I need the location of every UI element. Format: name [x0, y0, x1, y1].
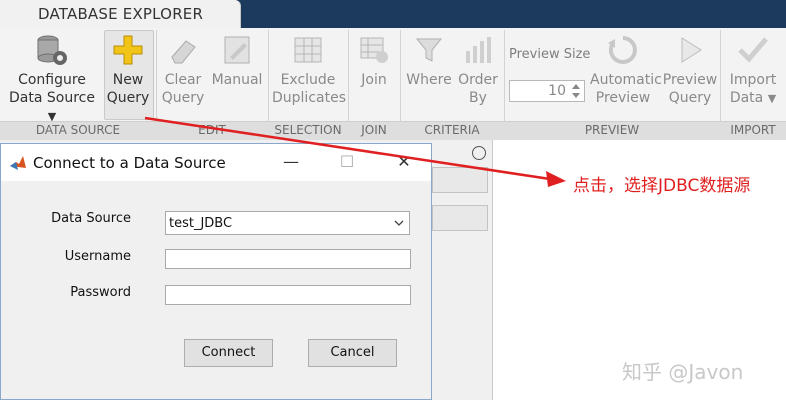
join-label: Join — [361, 72, 387, 88]
new-query-button[interactable]: New Query — [104, 33, 152, 107]
preview-query-label-2: Query — [668, 90, 712, 106]
table-grid-icon — [294, 37, 322, 63]
preview-query-label-1: Preview — [662, 72, 718, 88]
import-data-button[interactable]: Import Data ▼ — [724, 33, 782, 108]
password-input[interactable] — [165, 285, 411, 305]
group-label-selection: SELECTION — [274, 123, 342, 137]
group-label-data-source: DATA SOURCE — [35, 123, 121, 137]
exclude-duplicates-button[interactable]: Exclude Duplicates — [272, 33, 346, 107]
group-label-join: JOIN — [361, 123, 387, 137]
order-by-button[interactable]: Order By — [456, 33, 500, 107]
dropdown-caret-icon: ▼ — [767, 92, 777, 105]
dialog-titlebar[interactable]: Connect to a Data Source — ☐ ✕ — [1, 144, 431, 181]
connect-dialog: Connect to a Data Source — ☐ ✕ Data Sour… — [0, 143, 432, 400]
join-icon — [360, 37, 388, 63]
data-source-dropdown[interactable]: test_JDBC — [165, 211, 410, 235]
maximize-icon[interactable]: ☐ — [337, 152, 357, 172]
chevron-down-icon[interactable] — [389, 212, 409, 234]
minimize-icon[interactable]: — — [281, 152, 301, 172]
dialog-title: Connect to a Data Source — [33, 154, 226, 172]
password-label: Password — [70, 285, 131, 300]
new-query-label-2: Query — [106, 90, 150, 106]
background-dropdown[interactable] — [432, 167, 488, 193]
spinner-arrows-icon[interactable] — [570, 82, 582, 100]
cancel-button[interactable]: Cancel — [308, 339, 397, 367]
new-query-label-1: New — [112, 72, 144, 88]
database-gear-icon — [37, 35, 67, 65]
app-tab[interactable]: DATABASE EXPLORER — [0, 0, 241, 28]
filter-funnel-icon — [415, 38, 443, 62]
order-label-1: Order — [458, 72, 498, 88]
ribbon-group-labels: DATA SOURCE EDIT SELECTION JOIN CRITERIA… — [0, 121, 786, 140]
check-import-icon — [738, 37, 768, 63]
panel-menu-icon[interactable] — [472, 146, 486, 160]
pencil-icon — [224, 36, 250, 64]
username-input[interactable] — [165, 249, 411, 269]
import-label-2: Data ▼ — [729, 90, 777, 106]
background-dropdown[interactable] — [432, 205, 488, 231]
preview-size-label: Preview Size — [509, 47, 591, 62]
where-label: Where — [406, 72, 452, 88]
username-label: Username — [64, 249, 131, 264]
watermark: 知乎 @Javon — [622, 360, 744, 384]
plus-icon — [113, 35, 143, 65]
join-button[interactable]: Join — [352, 33, 396, 89]
where-button[interactable]: Where — [406, 33, 452, 89]
eraser-icon — [171, 40, 196, 64]
app-tab-title: DATABASE EXPLORER — [38, 5, 204, 23]
close-icon[interactable]: ✕ — [394, 152, 414, 172]
clear-label-1: Clear — [164, 72, 202, 88]
group-label-criteria: CRITERIA — [424, 123, 480, 137]
clear-label-2: Query — [161, 90, 205, 106]
preview-query-button[interactable]: Preview Query — [662, 33, 718, 107]
configure-label-1: Configure — [18, 72, 86, 88]
import-label-1: Import — [729, 72, 777, 88]
exclude-label-1: Exclude — [280, 72, 336, 88]
matlab-logo-icon — [10, 156, 26, 170]
connect-button[interactable]: Connect — [184, 339, 273, 367]
clear-query-button[interactable]: Clear Query — [160, 33, 206, 107]
preview-size-spinner[interactable]: 10 — [509, 80, 585, 102]
manual-button[interactable]: Manual — [210, 33, 264, 89]
auto-preview-label-2: Preview — [595, 90, 651, 106]
data-source-value: test_JDBC — [169, 216, 233, 231]
manual-label: Manual — [211, 72, 263, 88]
refresh-icon — [608, 36, 637, 64]
automatic-preview-button[interactable]: Automatic Preview — [590, 33, 662, 107]
auto-preview-label-1: Automatic — [590, 72, 662, 88]
annotation-text: 点击，选择JDBC数据源 — [573, 176, 751, 196]
order-label-2: By — [469, 90, 487, 106]
data-source-label: Data Source — [51, 211, 131, 226]
group-label-preview: PREVIEW — [584, 123, 640, 137]
sort-bars-icon — [466, 37, 491, 63]
play-icon — [681, 37, 702, 63]
preview-size-value: 10 — [548, 83, 566, 99]
exclude-label-2: Duplicates — [272, 90, 346, 106]
group-label-import: IMPORT — [730, 123, 776, 137]
group-label-edit: EDIT — [198, 123, 226, 137]
configure-data-source-button[interactable]: Configure Data Source ▼ — [4, 33, 100, 126]
